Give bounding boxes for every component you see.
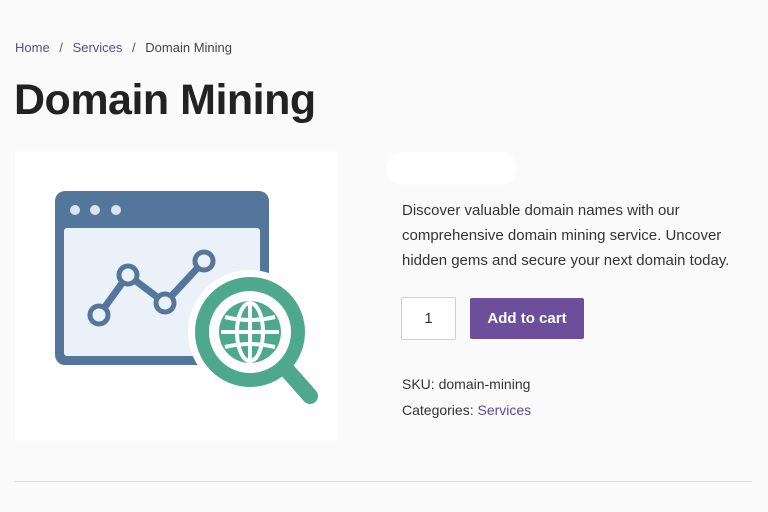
product-description: Discover valuable domain names with our … (402, 202, 730, 269)
product-image[interactable] (15, 151, 338, 441)
quantity-input[interactable] (401, 297, 456, 340)
breadcrumb-home-link[interactable]: Home (15, 40, 50, 55)
categories-line: Categories: Services (402, 397, 531, 423)
category-link[interactable]: Services (477, 402, 531, 418)
breadcrumb-separator: / (132, 40, 136, 55)
breadcrumb-separator: / (59, 40, 63, 55)
sku-label: SKU: (402, 376, 435, 392)
sku-value: domain-mining (438, 376, 531, 392)
add-to-cart-button[interactable]: Add to cart (470, 298, 584, 339)
breadcrumb-services-link[interactable]: Services (73, 40, 123, 55)
page-title: Domain Mining (14, 76, 316, 124)
breadcrumb-current: Domain Mining (145, 40, 232, 55)
breadcrumb: Home / Services / Domain Mining (15, 40, 232, 55)
product-meta: SKU: domain-mining Categories: Services (402, 371, 531, 423)
divider (15, 481, 752, 482)
price-placeholder (386, 152, 517, 185)
categories-label: Categories: (402, 402, 474, 418)
browser-chart-globe-search-icon (55, 191, 318, 404)
sku-line: SKU: domain-mining (402, 371, 531, 397)
